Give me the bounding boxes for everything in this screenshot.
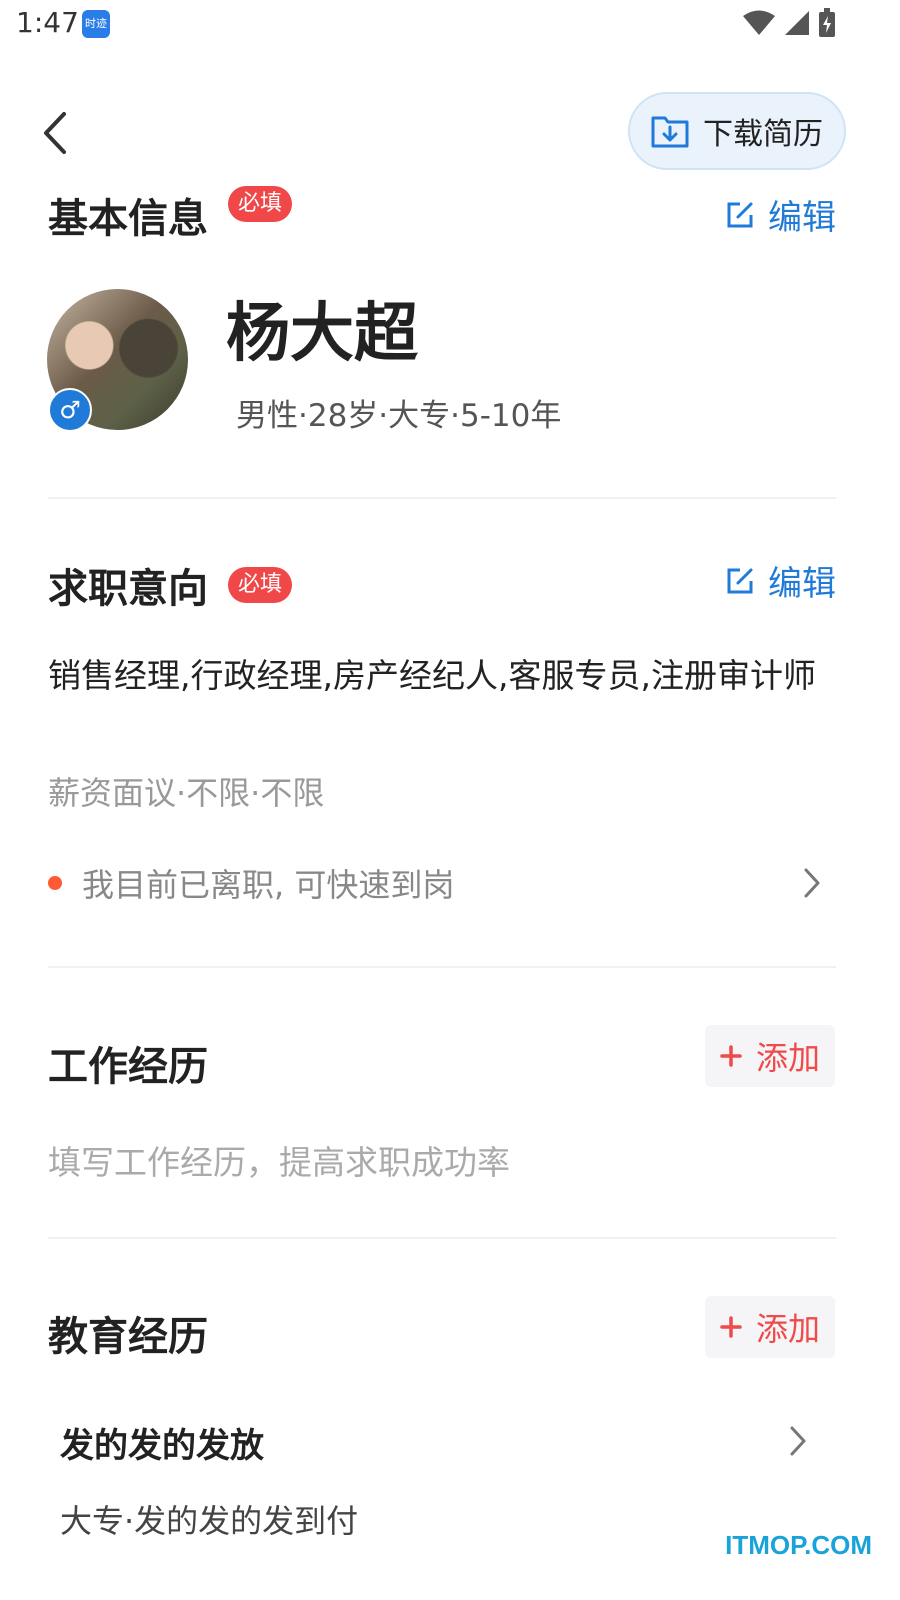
required-badge: 必填 <box>228 567 293 603</box>
add-label: 添加 <box>755 1310 820 1348</box>
status-time: 1:47 <box>16 6 79 39</box>
job-status-row[interactable]: 我目前已离职, 可快速到岗 <box>48 860 838 906</box>
divider <box>48 1237 836 1239</box>
add-label: 添加 <box>755 1039 820 1077</box>
back-button[interactable] <box>36 108 80 158</box>
edit-icon <box>727 568 753 593</box>
divider <box>48 497 836 499</box>
add-work-experience-button[interactable]: 添加 <box>705 1025 835 1087</box>
chevron-right-icon <box>790 1426 806 1456</box>
plus-icon <box>720 1316 742 1338</box>
battery-icon <box>819 8 835 37</box>
education-detail: 大专·发的发的发到付 <box>60 1502 359 1540</box>
chevron-right-icon <box>804 868 820 898</box>
job-status-text: 我目前已离职, 可快速到岗 <box>82 866 455 904</box>
school-name: 发的发的发放 <box>60 1426 264 1466</box>
status-dot <box>48 876 62 890</box>
divider <box>48 966 836 968</box>
chevron-left-icon <box>44 112 66 154</box>
education-title: 教育经历 <box>48 1314 208 1360</box>
edit-label: 编辑 <box>768 198 836 238</box>
download-folder-icon <box>651 116 689 148</box>
job-intent-edit-button[interactable]: 编辑 <box>726 556 836 605</box>
signal-icon <box>785 11 809 35</box>
desired-positions: 销售经理,行政经理,房产经纪人,客服专员,注册审计师 <box>48 656 816 695</box>
basic-info-edit-button[interactable]: 编辑 <box>726 190 836 239</box>
salary-preferences: 薪资面议·不限·不限 <box>48 774 325 812</box>
plus-icon <box>720 1045 742 1067</box>
job-intent-title: 求职意向 <box>48 566 208 612</box>
basic-info-header: 基本信息 必填 <box>48 186 293 244</box>
basic-info-title: 基本信息 <box>48 196 208 242</box>
wifi-icon <box>743 10 775 35</box>
work-experience-title: 工作经历 <box>48 1044 208 1090</box>
status-icons <box>742 8 836 38</box>
edit-label: 编辑 <box>768 564 836 604</box>
add-education-button[interactable]: 添加 <box>705 1296 835 1358</box>
required-badge: 必填 <box>228 186 293 222</box>
work-experience-hint: 填写工作经历，提高求职成功率 <box>48 1143 510 1182</box>
job-intent-header: 求职意向 必填 <box>48 556 293 614</box>
male-gender-icon: ♂ <box>48 388 92 432</box>
candidate-meta: 男性·28岁·大专·5-10年 <box>236 398 562 434</box>
education-item[interactable]: 发的发的发放 <box>48 1418 808 1466</box>
watermark: ITMOP.COM <box>725 1530 872 1560</box>
download-resume-label: 下载简历 <box>703 117 823 152</box>
candidate-name: 杨大超 <box>226 297 418 371</box>
app-notification-icon: 时迹 <box>82 10 110 38</box>
download-resume-button[interactable]: 下载简历 <box>628 92 846 170</box>
edit-icon <box>727 202 753 227</box>
